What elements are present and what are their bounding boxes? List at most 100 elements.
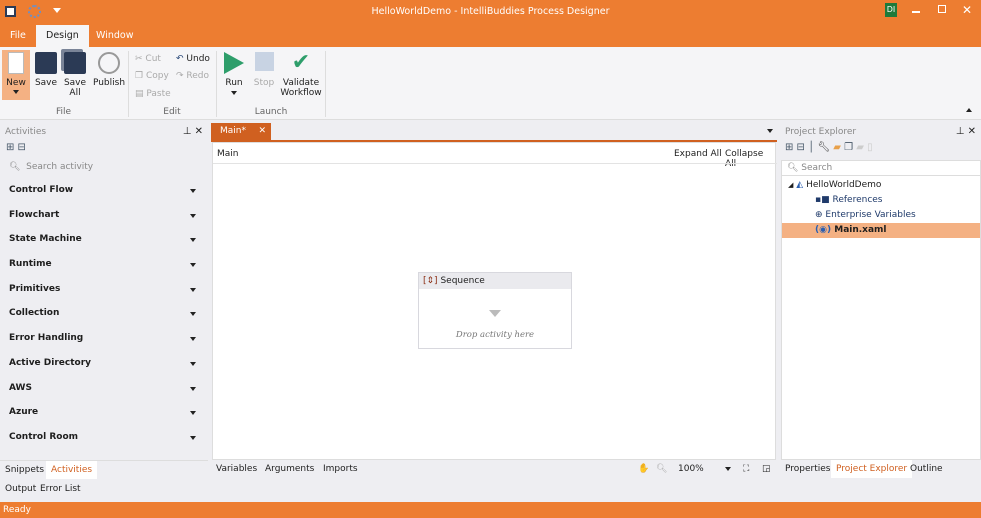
explorer-search-input[interactable]: 🔍︎ Search bbox=[782, 161, 980, 176]
designer-area: Main* ✕ Main Expand All Collapse All [⇕] … bbox=[211, 123, 777, 478]
publish-button[interactable]: Publish bbox=[92, 52, 126, 88]
stop-label: Stop bbox=[253, 78, 275, 88]
tab-window[interactable]: Window bbox=[86, 25, 143, 47]
project-explorer-panel: Project Explorer ⊥ ✕ ⊞ ⊟ │ 🔧︎ ▰ ❐ ▰ ▯ 🔍︎ … bbox=[780, 123, 981, 478]
tree-item-references[interactable]: ▪■ References bbox=[815, 193, 883, 208]
drop-placeholder: Drop activity here bbox=[455, 330, 535, 340]
activity-categories: Control Flow Flowchart State Machine Runtim… bbox=[0, 178, 208, 450]
run-button[interactable]: Run bbox=[222, 52, 246, 98]
tab-project-explorer[interactable]: Project Explorer bbox=[831, 460, 913, 478]
breadcrumb[interactable]: Main bbox=[217, 149, 239, 159]
tab-main-label: Main* bbox=[220, 126, 246, 136]
undo-button[interactable]: ↶ Undo bbox=[176, 54, 210, 64]
sequence-title: Sequence bbox=[440, 276, 485, 286]
copy-button[interactable]: ❐ Copy bbox=[135, 71, 169, 81]
explorer-tree: 🔍︎ Search ◢ ◭ HelloWorldDemo ▪■ Referenc… bbox=[781, 160, 981, 460]
expand-collapse-icons[interactable]: ⊞ ⊟ bbox=[0, 139, 208, 156]
validate-workflow-button[interactable]: ✔ Validate Workflow bbox=[280, 52, 322, 99]
title-bar: HelloWorldDemo - IntelliBuddies Process … bbox=[0, 0, 981, 25]
save-all-label: Save All bbox=[63, 78, 87, 98]
search-activity-input[interactable]: 🔍︎ Search activity bbox=[0, 156, 208, 178]
save-all-icon bbox=[64, 52, 86, 74]
activity-category[interactable]: Control Flow bbox=[0, 178, 208, 203]
tree-item-project[interactable]: ◢ ◭ HelloWorldDemo bbox=[788, 178, 881, 193]
activity-category[interactable]: Control Room bbox=[0, 425, 208, 450]
expand-all-link[interactable]: Expand All bbox=[674, 149, 722, 159]
tree-item-enterprise-variables[interactable]: ⊕ Enterprise Variables bbox=[815, 208, 916, 223]
tab-variables[interactable]: Variables bbox=[211, 460, 262, 478]
activity-category[interactable]: Flowchart bbox=[0, 203, 208, 228]
tab-list-dropdown-icon[interactable] bbox=[767, 129, 773, 136]
minimize-icon[interactable] bbox=[912, 11, 920, 13]
search-icon: 🔍︎ bbox=[9, 162, 21, 172]
group-launch-label: Launch bbox=[254, 107, 288, 117]
search-placeholder: Search bbox=[801, 163, 833, 173]
references-icon: ▪■ bbox=[815, 195, 830, 205]
tab-design[interactable]: Design bbox=[36, 25, 89, 47]
save-label: Save bbox=[34, 78, 58, 88]
search-placeholder: Search activity bbox=[26, 162, 94, 172]
user-badge[interactable]: DI bbox=[885, 3, 897, 17]
activity-category[interactable]: Collection bbox=[0, 301, 208, 326]
activity-category[interactable]: State Machine bbox=[0, 227, 208, 252]
redo-button[interactable]: ↷ Redo bbox=[176, 71, 209, 81]
save-icon bbox=[35, 52, 57, 74]
tab-activities[interactable]: Activities bbox=[46, 461, 98, 479]
sequence-activity[interactable]: [⇕] Sequence Drop activity here bbox=[418, 272, 572, 349]
restore-icon[interactable] bbox=[938, 5, 946, 13]
close-icon[interactable]: ✕ bbox=[962, 3, 972, 17]
tree-item-main-xaml[interactable]: (◉) Main.xaml bbox=[782, 223, 980, 238]
stop-button[interactable]: Stop bbox=[252, 52, 276, 88]
pin-close-icons[interactable]: ⊥ ✕ bbox=[183, 126, 203, 137]
pin-close-icons[interactable]: ⊥ ✕ bbox=[956, 126, 976, 137]
activity-category[interactable]: Active Directory bbox=[0, 351, 208, 376]
project-icon: ◭ bbox=[796, 180, 804, 190]
tree-label: Enterprise Variables bbox=[825, 210, 916, 220]
save-all-button[interactable]: Save All bbox=[62, 52, 88, 98]
activities-header: Activities ⊥ ✕ bbox=[0, 123, 208, 139]
collapse-ribbon-icon[interactable] bbox=[966, 105, 972, 112]
zoom-icon[interactable]: 🔍︎ bbox=[651, 460, 672, 478]
activity-category[interactable]: Runtime bbox=[0, 252, 208, 277]
tab-snippets[interactable]: Snippets bbox=[0, 461, 49, 479]
workflow-canvas[interactable]: Main Expand All Collapse All [⇕] Sequenc… bbox=[212, 142, 777, 460]
tab-outline[interactable]: Outline bbox=[905, 460, 948, 478]
zoom-value: 100% bbox=[678, 464, 704, 474]
window-title: HelloWorldDemo - IntelliBuddies Process … bbox=[371, 6, 610, 17]
activity-category[interactable]: AWS bbox=[0, 376, 208, 401]
stop-icon bbox=[254, 52, 274, 71]
paste-button[interactable]: ▤ Paste bbox=[135, 89, 171, 99]
explorer-toolbar[interactable]: ⊞ ⊟ │ 🔧︎ ▰ ❐ ▰ ▯ bbox=[780, 139, 981, 156]
tab-file[interactable]: File bbox=[0, 25, 36, 47]
tab-arguments[interactable]: Arguments bbox=[260, 460, 319, 478]
collapse-all-link[interactable]: Collapse All bbox=[725, 149, 775, 169]
close-tab-icon[interactable]: ✕ bbox=[258, 123, 266, 140]
activity-category[interactable]: Error Handling bbox=[0, 326, 208, 351]
group-file-label: File bbox=[55, 107, 72, 117]
cut-button[interactable]: ✂ Cut bbox=[135, 54, 161, 64]
activity-category[interactable]: Azure bbox=[0, 400, 208, 425]
tree-label: Main.xaml bbox=[834, 225, 887, 235]
new-button[interactable]: New bbox=[2, 50, 30, 100]
activity-category[interactable]: Primitives bbox=[0, 277, 208, 302]
new-file-icon bbox=[8, 52, 24, 74]
validate-label: Validate Workflow bbox=[280, 78, 322, 98]
tab-imports[interactable]: Imports bbox=[318, 460, 363, 478]
zoom-select[interactable]: 100% bbox=[673, 460, 733, 478]
status-bar: Ready bbox=[0, 502, 981, 518]
activities-panel: Activities ⊥ ✕ ⊞ ⊟ 🔍︎ Search activity Con… bbox=[0, 123, 208, 479]
menu-tabs: File Design Window bbox=[0, 25, 981, 47]
sequence-header: [⇕] Sequence bbox=[419, 273, 571, 289]
tab-properties[interactable]: Properties bbox=[780, 460, 835, 478]
undo-label: Undo bbox=[186, 54, 210, 64]
run-label: Run bbox=[225, 78, 243, 88]
tree-label: References bbox=[832, 195, 883, 205]
redo-label: Redo bbox=[186, 71, 210, 81]
overview-icon[interactable]: ◲ bbox=[757, 460, 776, 478]
tab-error-list[interactable]: Error List bbox=[35, 480, 86, 498]
fit-screen-icon[interactable]: ⛶ bbox=[738, 460, 754, 478]
xaml-file-icon: (◉) bbox=[815, 225, 832, 235]
tab-main[interactable]: Main* ✕ bbox=[211, 123, 271, 140]
tree-label: HelloWorldDemo bbox=[806, 180, 882, 190]
save-button[interactable]: Save bbox=[34, 52, 58, 88]
